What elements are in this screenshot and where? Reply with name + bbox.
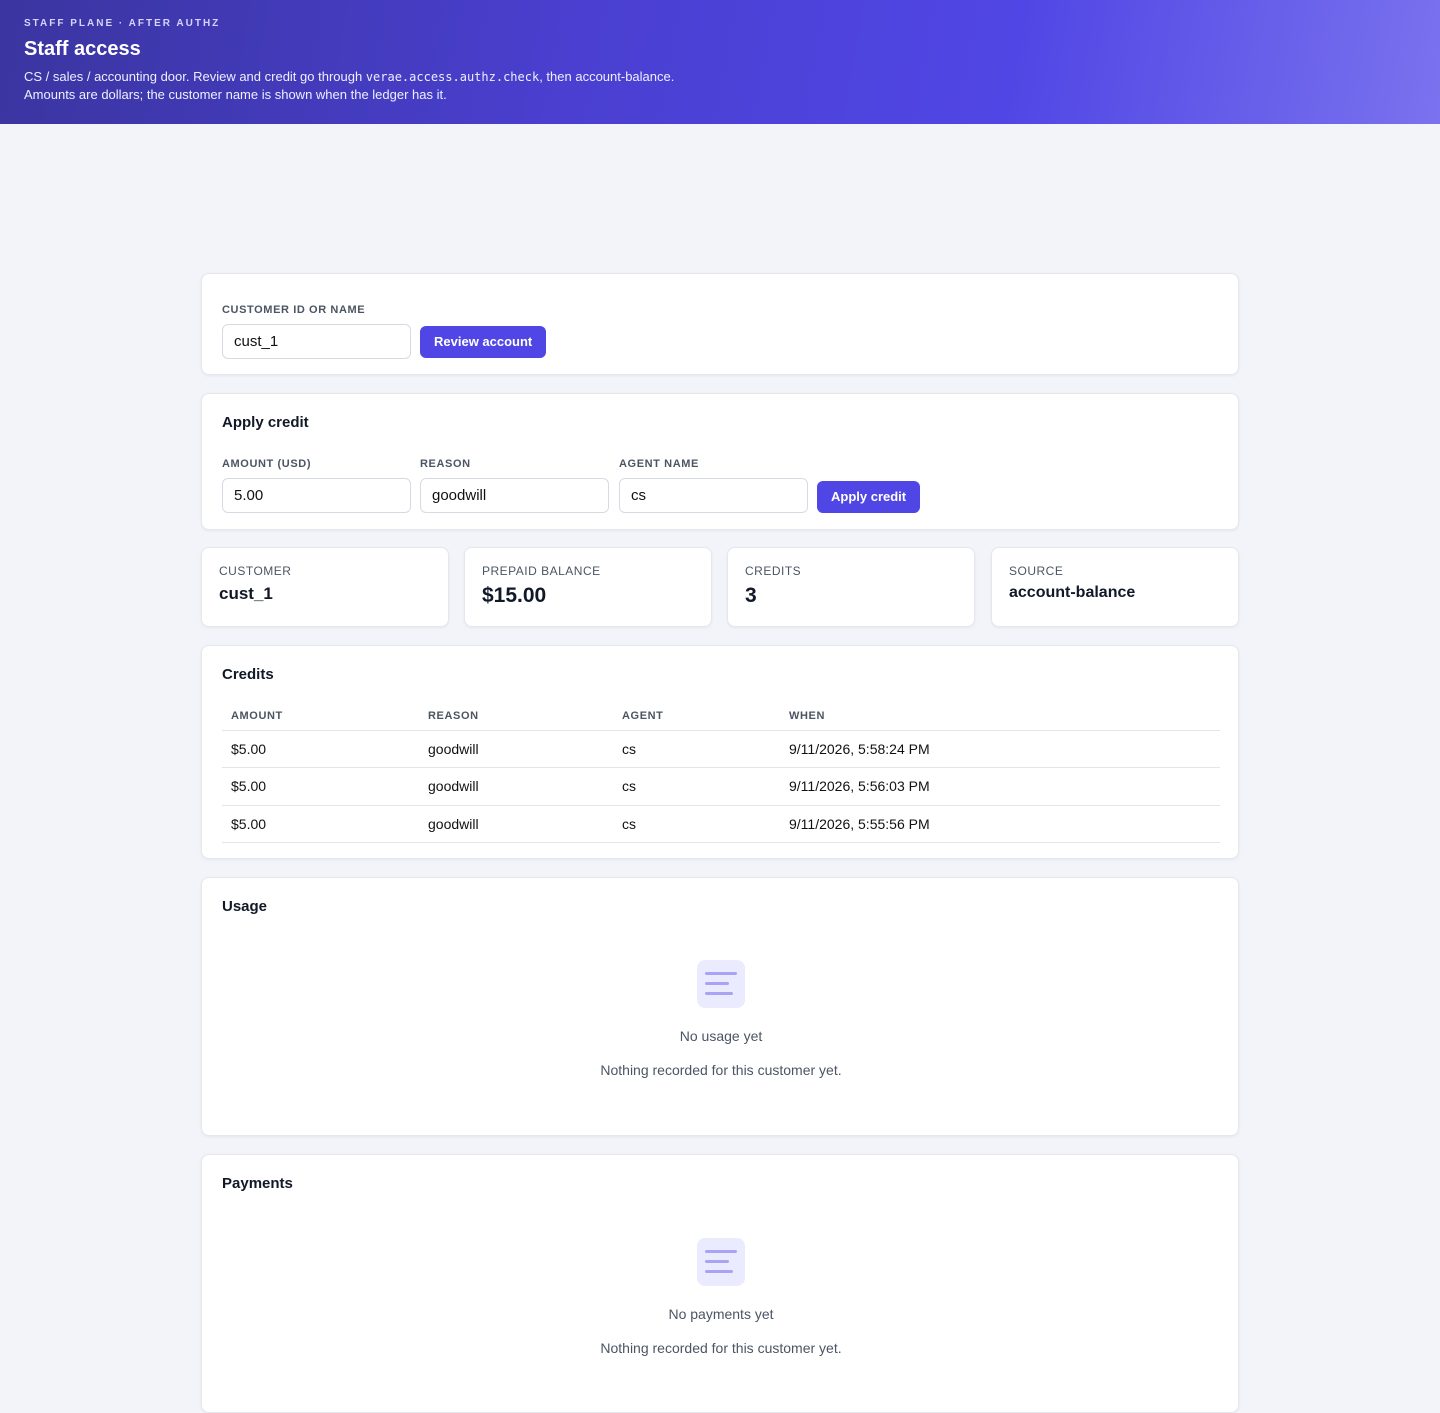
stat-label: CREDITS xyxy=(745,564,802,578)
stat-source: SOURCE account-balance xyxy=(991,547,1239,627)
stats-row: CUSTOMER cust_1 PREPAID BALANCE $15.00 C… xyxy=(201,547,1239,627)
stat-label: CUSTOMER xyxy=(219,564,292,578)
stat-prepaid-balance: PREPAID BALANCE $15.00 xyxy=(464,547,712,627)
cell-agent: cs xyxy=(613,805,780,843)
cell-when: 9/11/2026, 5:58:24 PM xyxy=(780,730,1220,768)
usage-empty-subtitle: Nothing recorded for this customer yet. xyxy=(600,1062,842,1078)
stat-value: account-balance xyxy=(1009,584,1136,601)
page-title: Staff access xyxy=(24,38,141,60)
cell-agent: cs xyxy=(613,730,780,768)
cell-reason: goodwill xyxy=(419,730,613,768)
apply-credit-title: Apply credit xyxy=(222,414,309,431)
document-lines-icon xyxy=(697,960,745,1008)
cell-amount: $5.00 xyxy=(222,767,419,806)
review-account-button[interactable]: Review account xyxy=(420,326,547,358)
stat-customer: CUSTOMER cust_1 xyxy=(201,547,449,627)
payments-card: Payments No payments yet Nothing recorde… xyxy=(201,1154,1239,1413)
apply-credit-button[interactable]: Apply credit xyxy=(817,481,921,513)
usage-empty-state: No usage yet Nothing recorded for this c… xyxy=(202,960,1240,1078)
column-header-amount: AMOUNT xyxy=(222,702,419,731)
payments-empty-title: No payments yet xyxy=(668,1306,774,1322)
amount-input[interactable]: 5.00 xyxy=(222,478,411,513)
stat-value: cust_1 xyxy=(219,584,273,603)
agent-name-input[interactable]: cs xyxy=(619,478,808,513)
cell-when: 9/11/2026, 5:55:56 PM xyxy=(780,805,1220,843)
header-desc-text: CS / sales / accounting door. Review and… xyxy=(24,69,366,84)
stat-value: 3 xyxy=(745,584,757,607)
table-header-row: AMOUNT REASON AGENT WHEN xyxy=(222,702,1220,731)
customer-id-label: CUSTOMER ID OR NAME xyxy=(222,304,366,316)
header-desc-text-end: , then account-balance. xyxy=(539,69,675,84)
column-header-when: WHEN xyxy=(780,702,1220,731)
reason-input[interactable]: goodwill xyxy=(420,478,609,513)
header-description: CS / sales / accounting door. Review and… xyxy=(24,68,1416,104)
stat-value: $15.00 xyxy=(482,584,547,607)
cell-reason: goodwill xyxy=(419,805,613,843)
stat-label: PREPAID BALANCE xyxy=(482,564,601,578)
usage-title: Usage xyxy=(222,898,268,915)
table-row: $5.00 goodwill cs 9/11/2026, 5:56:03 PM xyxy=(222,767,1220,806)
credits-card: Credits AMOUNT REASON AGENT WHEN $5.00 g… xyxy=(201,645,1239,859)
stat-credits: CREDITS 3 xyxy=(727,547,975,627)
header-desc-line2: Amounts are dollars; the customer name i… xyxy=(24,87,447,102)
column-header-agent: AGENT xyxy=(613,702,780,731)
credits-title: Credits xyxy=(222,666,274,683)
page-header: STAFF PLANE · AFTER AUTHZ Staff access C… xyxy=(0,0,1440,124)
customer-lookup-card: CUSTOMER ID OR NAME cust_1 Review accoun… xyxy=(201,273,1239,375)
credits-table: AMOUNT REASON AGENT WHEN $5.00 goodwill … xyxy=(222,702,1220,843)
payments-title: Payments xyxy=(222,1175,293,1192)
customer-id-input[interactable]: cust_1 xyxy=(222,324,411,359)
cell-agent: cs xyxy=(613,767,780,806)
cell-when: 9/11/2026, 5:56:03 PM xyxy=(780,767,1220,806)
column-header-reason: REASON xyxy=(419,702,613,731)
header-desc-code: verae.access.authz.check xyxy=(365,70,540,84)
agent-name-label: AGENT NAME xyxy=(619,458,699,470)
table-row: $5.00 goodwill cs 9/11/2026, 5:55:56 PM xyxy=(222,805,1220,843)
usage-card: Usage No usage yet Nothing recorded for … xyxy=(201,877,1239,1136)
amount-label: AMOUNT (USD) xyxy=(222,458,312,470)
apply-credit-card: Apply credit AMOUNT (USD) 5.00 REASON go… xyxy=(201,393,1239,530)
payments-empty-state: No payments yet Nothing recorded for thi… xyxy=(202,1238,1240,1356)
document-lines-icon xyxy=(697,1238,745,1286)
usage-empty-title: No usage yet xyxy=(679,1028,763,1044)
cell-amount: $5.00 xyxy=(222,805,419,843)
header-eyebrow: STAFF PLANE · AFTER AUTHZ xyxy=(24,18,221,29)
cell-amount: $5.00 xyxy=(222,730,419,768)
stat-label: SOURCE xyxy=(1009,564,1064,578)
reason-label: REASON xyxy=(420,458,471,470)
cell-reason: goodwill xyxy=(419,767,613,806)
table-row: $5.00 goodwill cs 9/11/2026, 5:58:24 PM xyxy=(222,730,1220,768)
